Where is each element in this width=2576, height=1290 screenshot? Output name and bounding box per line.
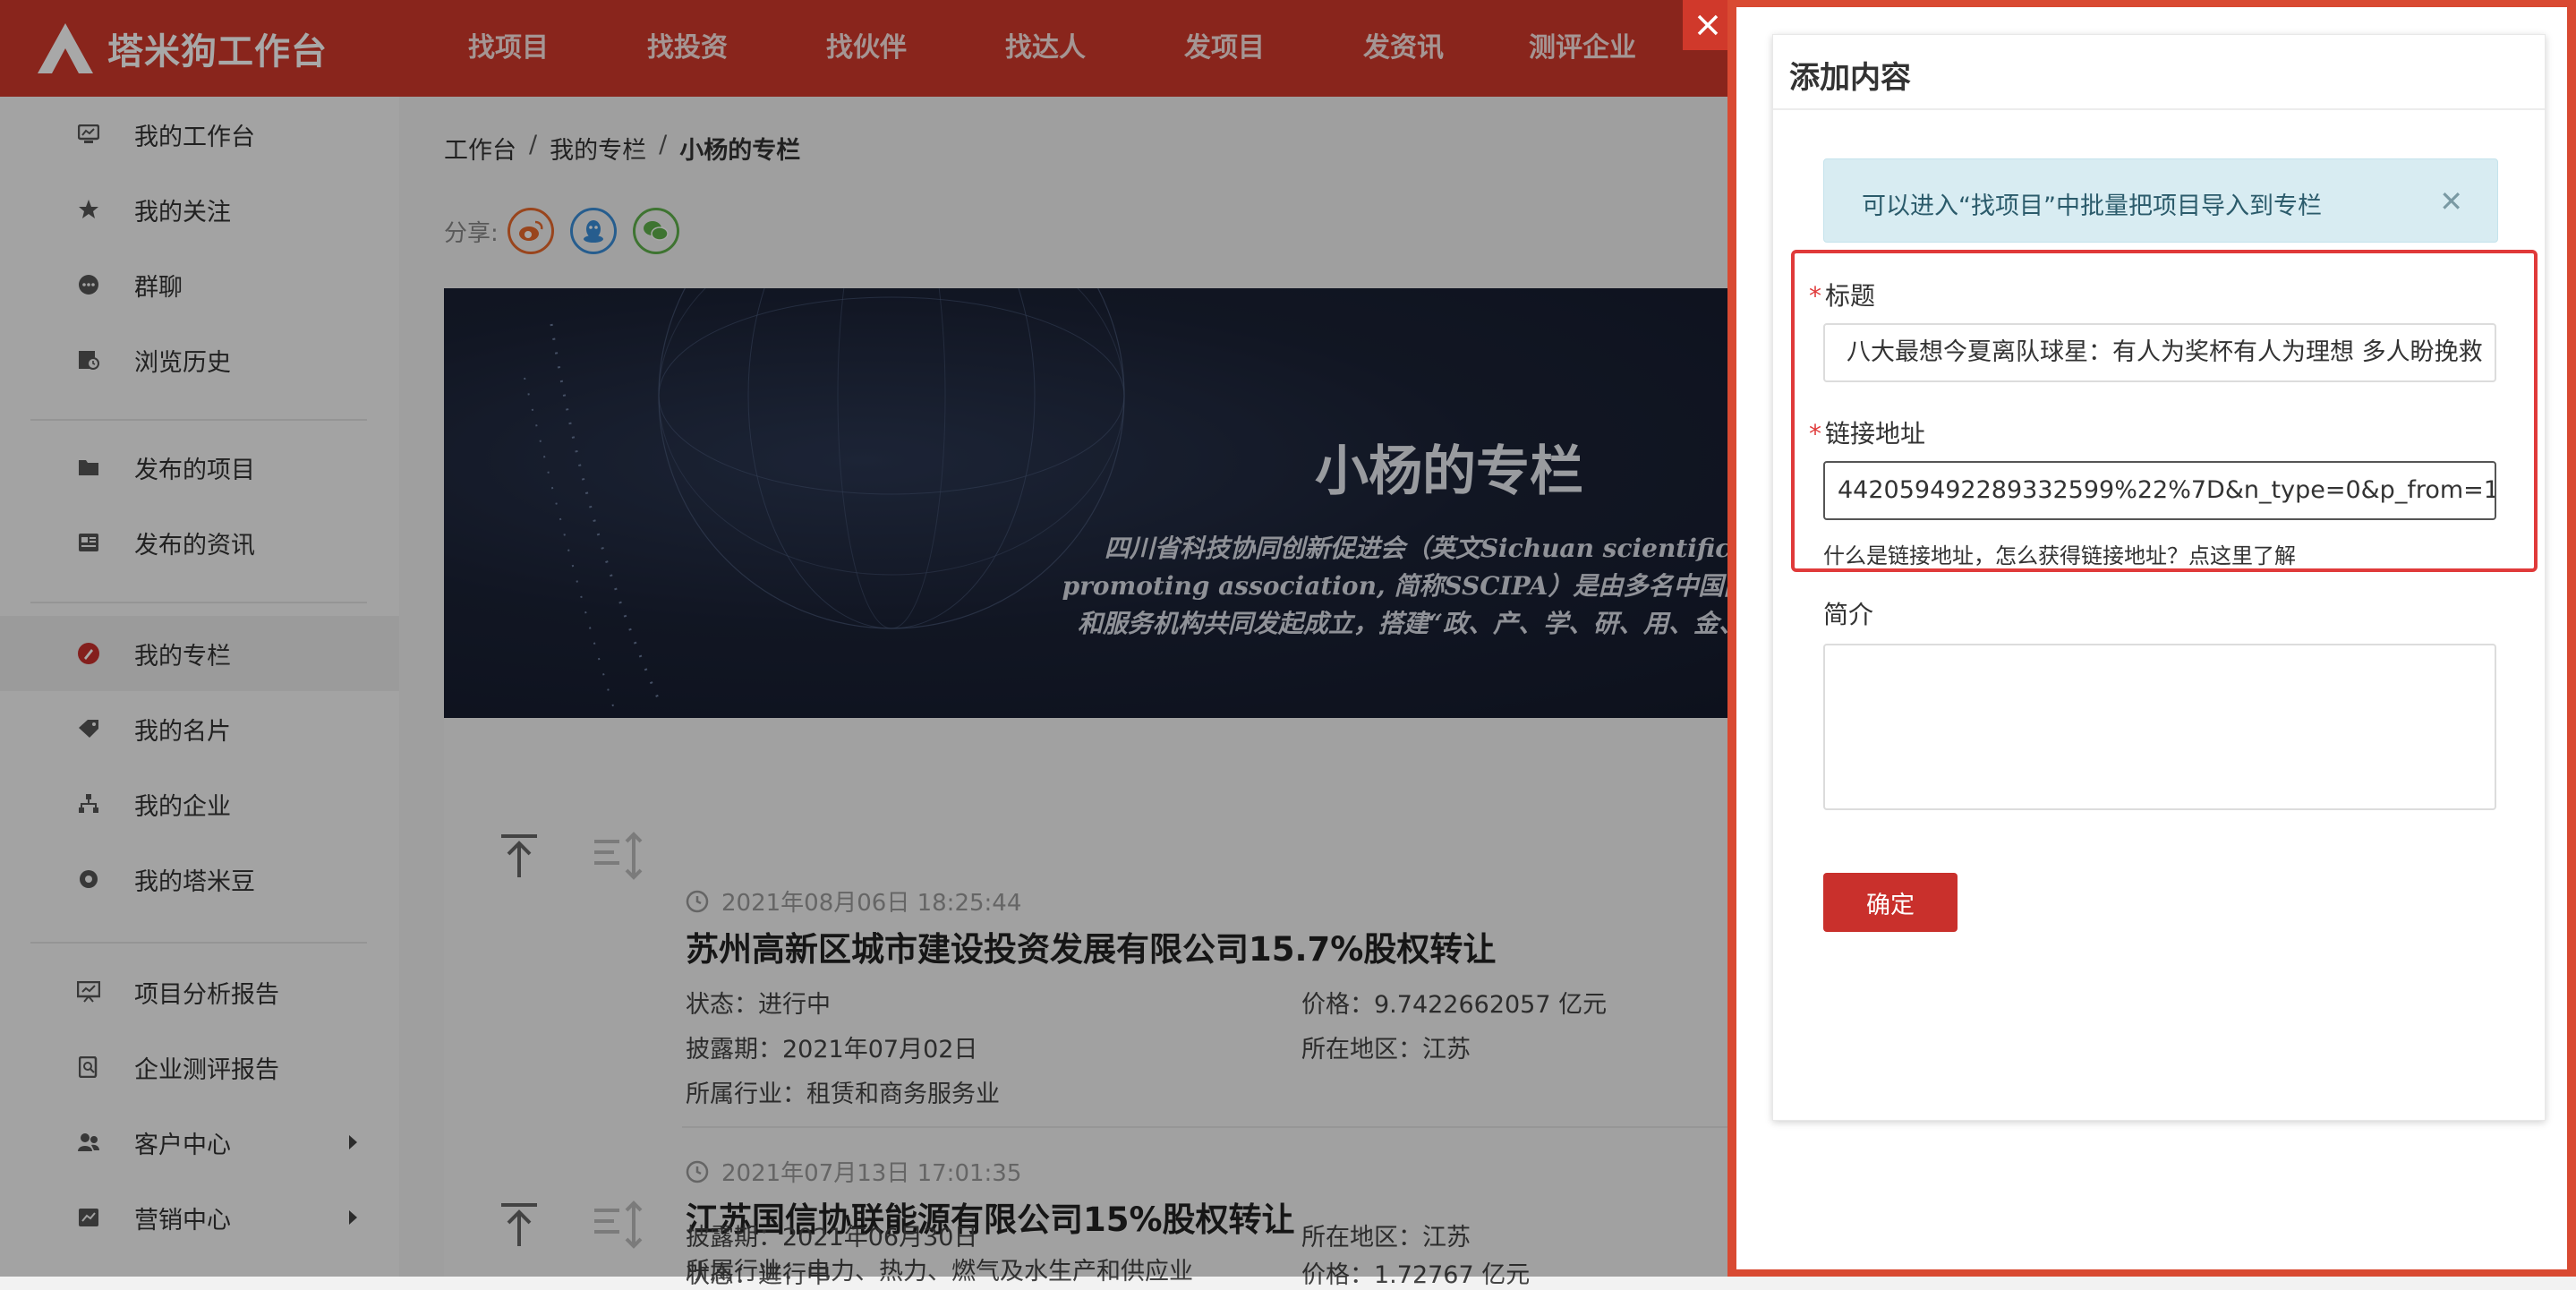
alert-message: 可以进入“找项目”中批量把项目导入到专栏	[1862, 192, 2322, 220]
intro-textarea[interactable]	[1823, 644, 2496, 810]
required-mark: *	[1809, 281, 1821, 311]
close-drawer-button[interactable]	[1683, 0, 1733, 50]
title-label: * 标题	[1809, 277, 1875, 312]
form-title: 添加内容	[1789, 60, 1911, 96]
title-input[interactable]: 八大最想今夏离队球星：有人为奖杯有人为理想 多人盼挽救	[1823, 323, 2496, 382]
required-mark: *	[1809, 419, 1821, 449]
close-icon	[1697, 14, 1719, 36]
title-label-text: 标题	[1825, 281, 1876, 311]
link-url-input[interactable]: 442059492289332599%22%7D&n_type=0&p_from…	[1823, 461, 2496, 520]
link-help-text[interactable]: 什么是链接地址，怎么获得链接地址？点这里了解	[1823, 538, 2296, 569]
alert-close-icon[interactable]: ✕	[2439, 184, 2463, 218]
add-content-form: 添加内容 可以进入“找项目”中批量把项目导入到专栏 ✕ * 标题 八大最想今夏离队…	[1772, 34, 2546, 1121]
link-label: * 链接地址	[1809, 414, 1925, 450]
highlight-frame	[1791, 250, 2538, 572]
info-alert: 可以进入“找项目”中批量把项目导入到专栏 ✕	[1823, 158, 2498, 243]
link-label-text: 链接地址	[1825, 419, 1926, 449]
modal-backdrop[interactable]	[0, 0, 1727, 1277]
intro-label: 简介	[1823, 600, 1874, 629]
form-header: 添加内容	[1773, 35, 2545, 110]
confirm-button[interactable]: 确定	[1823, 873, 1958, 932]
add-content-drawer: 添加内容 可以进入“找项目”中批量把项目导入到专栏 ✕ * 标题 八大最想今夏离队…	[1727, 0, 2576, 1277]
